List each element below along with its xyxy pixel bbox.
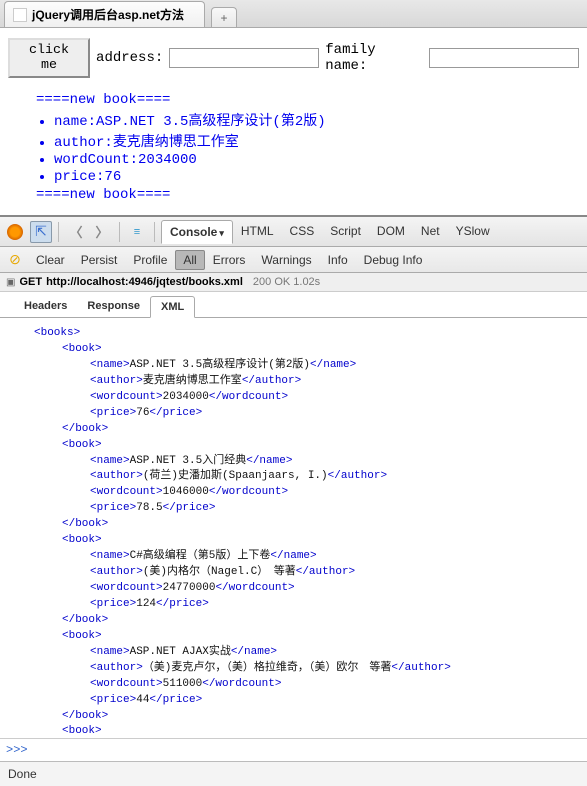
- book-name-line: name:ASP.NET 3.5高级程序设计(第2版): [54, 110, 579, 130]
- address-label: address:: [96, 50, 163, 66]
- sub-btn-clear[interactable]: Clear: [28, 250, 73, 270]
- panel-tab-html[interactable]: HTML: [233, 220, 282, 244]
- status-bar: Done: [0, 761, 587, 786]
- firebug-icon[interactable]: [4, 221, 26, 243]
- request-status: 200 OK 1.02s: [253, 276, 320, 288]
- request-tab-headers[interactable]: Headers: [14, 296, 77, 317]
- menu-button[interactable]: ≡: [126, 221, 148, 243]
- request-method: GET: [19, 276, 42, 288]
- tab-title: jQuery调用后台asp.net方法: [32, 6, 184, 23]
- clear-icon-button[interactable]: ⊘: [4, 249, 26, 271]
- book-author-line: author:麦克唐纳博思工作室: [54, 131, 579, 151]
- request-row[interactable]: ▣ GET http://localhost:4946/jqtest/books…: [0, 273, 587, 292]
- xml-response-body: <books><book><name>ASP.NET 3.5高级程序设计(第2版…: [0, 318, 587, 738]
- request-url: http://localhost:4946/jqtest/books.xml: [46, 276, 243, 288]
- family-name-label: family name:: [325, 42, 423, 74]
- book-price-line: price:76: [54, 169, 579, 185]
- firebug-sub-toolbar: ⊘ ClearPersistProfileAllErrorsWarningsIn…: [0, 247, 587, 273]
- sub-btn-profile[interactable]: Profile: [125, 250, 175, 270]
- firebug-panel: ⇱ 〈 〉 ≡ Console▾HTMLCSSScriptDOMNetYSlow…: [0, 215, 587, 786]
- request-tab-xml[interactable]: XML: [150, 296, 195, 318]
- collapse-icon: ▣: [6, 277, 15, 288]
- book-header: ====new book====: [36, 92, 579, 108]
- address-input[interactable]: [169, 48, 319, 68]
- sub-btn-all[interactable]: All: [175, 250, 204, 270]
- sub-btn-debug-info[interactable]: Debug Info: [356, 250, 431, 270]
- prompt-icon: >>>: [6, 743, 28, 757]
- new-tab-button[interactable]: +: [211, 7, 237, 27]
- sub-btn-errors[interactable]: Errors: [205, 250, 254, 270]
- panel-tab-script[interactable]: Script: [322, 220, 369, 244]
- book-output: ====new book==== name:ASP.NET 3.5高级程序设计(…: [8, 92, 579, 203]
- status-text: Done: [8, 767, 37, 781]
- forward-button[interactable]: 〉: [91, 221, 113, 243]
- panel-tab-yslow[interactable]: YSlow: [448, 220, 498, 244]
- sub-btn-warnings[interactable]: Warnings: [253, 250, 319, 270]
- page-body: click me address: family name: ====new b…: [0, 28, 587, 215]
- book-wordcount-line: wordCount:2034000: [54, 152, 579, 168]
- request-tab-response[interactable]: Response: [77, 296, 150, 317]
- back-button[interactable]: 〈: [65, 221, 87, 243]
- inspect-button[interactable]: ⇱: [30, 221, 52, 243]
- book-header-2: ====new book====: [36, 187, 579, 203]
- sub-btn-info[interactable]: Info: [320, 250, 356, 270]
- firebug-main-toolbar: ⇱ 〈 〉 ≡ Console▾HTMLCSSScriptDOMNetYSlow: [0, 217, 587, 247]
- browser-tab-bar: jQuery调用后台asp.net方法 +: [0, 0, 587, 28]
- click-me-button[interactable]: click me: [8, 38, 90, 78]
- panel-tab-css[interactable]: CSS: [282, 220, 323, 244]
- page-icon: [13, 8, 27, 22]
- plus-icon: +: [221, 11, 228, 25]
- console-prompt[interactable]: >>>: [0, 738, 587, 761]
- firebug-panel-tabs: Console▾HTMLCSSScriptDOMNetYSlow: [161, 220, 498, 244]
- panel-tab-console[interactable]: Console▾: [161, 220, 233, 244]
- browser-tab[interactable]: jQuery调用后台asp.net方法: [4, 1, 205, 27]
- request-tabs: HeadersResponseXML: [0, 292, 587, 318]
- family-name-input[interactable]: [429, 48, 579, 68]
- panel-tab-dom[interactable]: DOM: [369, 220, 413, 244]
- panel-tab-net[interactable]: Net: [413, 220, 448, 244]
- sub-btn-persist[interactable]: Persist: [73, 250, 126, 270]
